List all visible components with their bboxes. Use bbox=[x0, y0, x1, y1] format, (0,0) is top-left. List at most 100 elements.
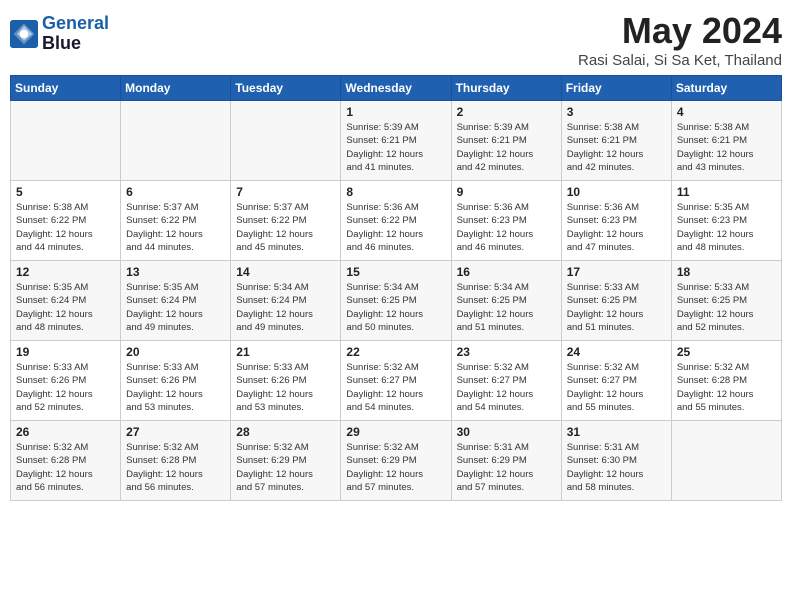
logo: GeneralBlue bbox=[10, 14, 109, 54]
calendar-cell: 11 Sunrise: 5:35 AM Sunset: 6:23 PM Dayli… bbox=[671, 181, 781, 261]
day-info: Sunrise: 5:32 AM Sunset: 6:29 PM Dayligh… bbox=[236, 441, 335, 494]
logo-text: GeneralBlue bbox=[42, 14, 109, 54]
calendar-cell: 22 Sunrise: 5:32 AM Sunset: 6:27 PM Dayli… bbox=[341, 341, 451, 421]
calendar-cell: 17 Sunrise: 5:33 AM Sunset: 6:25 PM Dayli… bbox=[561, 261, 671, 341]
calendar-cell: 7Sunrise: 5:37 AM Sunset: 6:22 PM Daylig… bbox=[231, 181, 341, 261]
weekday-header-row: SundayMondayTuesdayWednesdayThursdayFrid… bbox=[11, 76, 782, 101]
day-number: 26 bbox=[16, 425, 115, 439]
calendar-cell: 10 Sunrise: 5:36 AM Sunset: 6:23 PM Dayli… bbox=[561, 181, 671, 261]
day-info: Sunrise: 5:36 AM Sunset: 6:23 PM Dayligh… bbox=[457, 201, 556, 254]
weekday-header-saturday: Saturday bbox=[671, 76, 781, 101]
calendar-cell: 20 Sunrise: 5:33 AM Sunset: 6:26 PM Dayli… bbox=[121, 341, 231, 421]
day-info: Sunrise: 5:32 AM Sunset: 6:27 PM Dayligh… bbox=[346, 361, 445, 414]
calendar-cell bbox=[231, 101, 341, 181]
calendar-cell: 21Sunrise: 5:33 AM Sunset: 6:26 PM Dayli… bbox=[231, 341, 341, 421]
day-info: Sunrise: 5:38 AM Sunset: 6:22 PM Dayligh… bbox=[16, 201, 115, 254]
calendar-cell: 1 Sunrise: 5:39 AM Sunset: 6:21 PM Daylig… bbox=[341, 101, 451, 181]
day-number: 12 bbox=[16, 265, 115, 279]
calendar-cell: 28 Sunrise: 5:32 AM Sunset: 6:29 PM Dayli… bbox=[231, 421, 341, 501]
calendar-cell bbox=[671, 421, 781, 501]
weekday-header-tuesday: Tuesday bbox=[231, 76, 341, 101]
calendar-cell: 13 Sunrise: 5:35 AM Sunset: 6:24 PM Dayli… bbox=[121, 261, 231, 341]
day-number: 1 bbox=[346, 105, 445, 119]
day-info: Sunrise: 5:35 AM Sunset: 6:23 PM Dayligh… bbox=[677, 201, 776, 254]
day-number: 13 bbox=[126, 265, 225, 279]
calendar-cell: 5 Sunrise: 5:38 AM Sunset: 6:22 PM Daylig… bbox=[11, 181, 121, 261]
day-info: Sunrise: 5:33 AM Sunset: 6:26 PM Dayligh… bbox=[16, 361, 115, 414]
calendar-cell: 2 Sunrise: 5:39 AM Sunset: 6:21 PM Daylig… bbox=[451, 101, 561, 181]
calendar-cell: 15 Sunrise: 5:34 AM Sunset: 6:25 PM Dayli… bbox=[341, 261, 451, 341]
day-info: Sunrise: 5:32 AM Sunset: 6:29 PM Dayligh… bbox=[346, 441, 445, 494]
day-info: Sunrise: 5:39 AM Sunset: 6:21 PM Dayligh… bbox=[346, 121, 445, 174]
calendar-week-row: 19Sunrise: 5:33 AM Sunset: 6:26 PM Dayli… bbox=[11, 341, 782, 421]
calendar-cell bbox=[11, 101, 121, 181]
day-number: 11 bbox=[677, 185, 776, 199]
day-number: 21 bbox=[236, 345, 335, 359]
month-title: May 2024 bbox=[578, 10, 782, 52]
day-number: 20 bbox=[126, 345, 225, 359]
calendar-cell: 31 Sunrise: 5:31 AM Sunset: 6:30 PM Dayli… bbox=[561, 421, 671, 501]
calendar-cell: 16 Sunrise: 5:34 AM Sunset: 6:25 PM Dayli… bbox=[451, 261, 561, 341]
page-header: GeneralBlue May 2024 Rasi Salai, Si Sa K… bbox=[10, 10, 782, 69]
calendar-cell: 27Sunrise: 5:32 AM Sunset: 6:28 PM Dayli… bbox=[121, 421, 231, 501]
calendar-cell: 29Sunrise: 5:32 AM Sunset: 6:29 PM Dayli… bbox=[341, 421, 451, 501]
day-number: 2 bbox=[457, 105, 556, 119]
day-info: Sunrise: 5:38 AM Sunset: 6:21 PM Dayligh… bbox=[567, 121, 666, 174]
day-info: Sunrise: 5:36 AM Sunset: 6:23 PM Dayligh… bbox=[567, 201, 666, 254]
day-info: Sunrise: 5:32 AM Sunset: 6:28 PM Dayligh… bbox=[677, 361, 776, 414]
day-number: 8 bbox=[346, 185, 445, 199]
calendar-cell: 6 Sunrise: 5:37 AM Sunset: 6:22 PM Daylig… bbox=[121, 181, 231, 261]
calendar-cell: 26 Sunrise: 5:32 AM Sunset: 6:28 PM Dayli… bbox=[11, 421, 121, 501]
day-info: Sunrise: 5:34 AM Sunset: 6:25 PM Dayligh… bbox=[457, 281, 556, 334]
day-info: Sunrise: 5:32 AM Sunset: 6:28 PM Dayligh… bbox=[16, 441, 115, 494]
calendar-cell: 19Sunrise: 5:33 AM Sunset: 6:26 PM Dayli… bbox=[11, 341, 121, 421]
calendar-cell: 25 Sunrise: 5:32 AM Sunset: 6:28 PM Dayli… bbox=[671, 341, 781, 421]
day-number: 16 bbox=[457, 265, 556, 279]
logo-icon bbox=[10, 20, 38, 48]
calendar-cell: 14Sunrise: 5:34 AM Sunset: 6:24 PM Dayli… bbox=[231, 261, 341, 341]
calendar-table: SundayMondayTuesdayWednesdayThursdayFrid… bbox=[10, 75, 782, 501]
calendar-cell: 4Sunrise: 5:38 AM Sunset: 6:21 PM Daylig… bbox=[671, 101, 781, 181]
day-info: Sunrise: 5:35 AM Sunset: 6:24 PM Dayligh… bbox=[126, 281, 225, 334]
day-number: 10 bbox=[567, 185, 666, 199]
weekday-header-wednesday: Wednesday bbox=[341, 76, 451, 101]
day-info: Sunrise: 5:31 AM Sunset: 6:30 PM Dayligh… bbox=[567, 441, 666, 494]
weekday-header-friday: Friday bbox=[561, 76, 671, 101]
calendar-cell bbox=[121, 101, 231, 181]
day-info: Sunrise: 5:39 AM Sunset: 6:21 PM Dayligh… bbox=[457, 121, 556, 174]
day-number: 3 bbox=[567, 105, 666, 119]
day-number: 22 bbox=[346, 345, 445, 359]
day-number: 27 bbox=[126, 425, 225, 439]
day-number: 23 bbox=[457, 345, 556, 359]
day-number: 6 bbox=[126, 185, 225, 199]
day-info: Sunrise: 5:37 AM Sunset: 6:22 PM Dayligh… bbox=[126, 201, 225, 254]
weekday-header-thursday: Thursday bbox=[451, 76, 561, 101]
day-info: Sunrise: 5:37 AM Sunset: 6:22 PM Dayligh… bbox=[236, 201, 335, 254]
day-number: 28 bbox=[236, 425, 335, 439]
calendar-cell: 8 Sunrise: 5:36 AM Sunset: 6:22 PM Daylig… bbox=[341, 181, 451, 261]
day-info: Sunrise: 5:33 AM Sunset: 6:25 PM Dayligh… bbox=[567, 281, 666, 334]
day-number: 5 bbox=[16, 185, 115, 199]
calendar-cell: 9 Sunrise: 5:36 AM Sunset: 6:23 PM Daylig… bbox=[451, 181, 561, 261]
day-info: Sunrise: 5:32 AM Sunset: 6:27 PM Dayligh… bbox=[457, 361, 556, 414]
day-info: Sunrise: 5:38 AM Sunset: 6:21 PM Dayligh… bbox=[677, 121, 776, 174]
day-info: Sunrise: 5:36 AM Sunset: 6:22 PM Dayligh… bbox=[346, 201, 445, 254]
location-title: Rasi Salai, Si Sa Ket, Thailand bbox=[578, 52, 782, 69]
day-info: Sunrise: 5:34 AM Sunset: 6:25 PM Dayligh… bbox=[346, 281, 445, 334]
calendar-cell: 18 Sunrise: 5:33 AM Sunset: 6:25 PM Dayli… bbox=[671, 261, 781, 341]
calendar-week-row: 26 Sunrise: 5:32 AM Sunset: 6:28 PM Dayli… bbox=[11, 421, 782, 501]
day-number: 24 bbox=[567, 345, 666, 359]
day-number: 17 bbox=[567, 265, 666, 279]
calendar-cell: 24Sunrise: 5:32 AM Sunset: 6:27 PM Dayli… bbox=[561, 341, 671, 421]
day-number: 30 bbox=[457, 425, 556, 439]
day-info: Sunrise: 5:33 AM Sunset: 6:25 PM Dayligh… bbox=[677, 281, 776, 334]
day-number: 31 bbox=[567, 425, 666, 439]
calendar-cell: 3 Sunrise: 5:38 AM Sunset: 6:21 PM Daylig… bbox=[561, 101, 671, 181]
day-info: Sunrise: 5:33 AM Sunset: 6:26 PM Dayligh… bbox=[126, 361, 225, 414]
day-number: 25 bbox=[677, 345, 776, 359]
day-number: 9 bbox=[457, 185, 556, 199]
calendar-cell: 23 Sunrise: 5:32 AM Sunset: 6:27 PM Dayli… bbox=[451, 341, 561, 421]
day-number: 15 bbox=[346, 265, 445, 279]
day-number: 18 bbox=[677, 265, 776, 279]
day-number: 14 bbox=[236, 265, 335, 279]
